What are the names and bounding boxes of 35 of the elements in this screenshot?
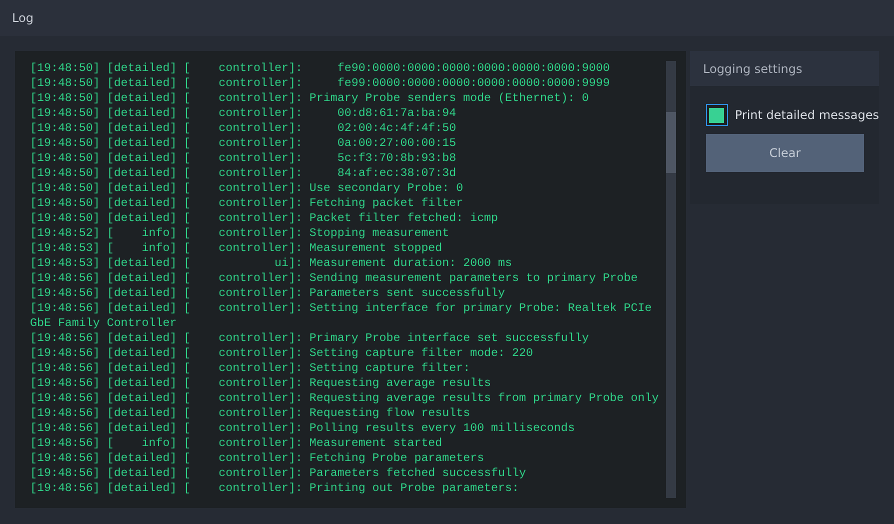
log-line: [19:48:56] [detailed] [ controller]: Requesting average results from primary Probe only bbox=[30, 391, 660, 406]
log-line: [19:48:50] [detailed] [ controller]: 0a:00:27:00:00:15 bbox=[30, 136, 458, 151]
log-line: [19:48:56] [detailed] [ controller]: Requesting average results bbox=[30, 376, 492, 391]
log-line: [19:48:56] [detailed] [ controller]: Parameters fetched successfully bbox=[30, 466, 527, 481]
log-line: [19:48:50] [detailed] [ controller]: fe90:0000:0000:0000:0000:0000:0000:9000 bbox=[30, 61, 611, 76]
log-line: [19:48:50] [detailed] [ controller]: Packet filter fetched: icmp bbox=[30, 211, 500, 226]
log-line: [19:48:53] [ info] [ controller]: Measurement stopped bbox=[30, 241, 444, 256]
log-line: [19:48:50] [detailed] [ controller]: Primary Probe senders mode (Ethernet): 0 bbox=[30, 91, 590, 106]
scrollbar[interactable] bbox=[666, 61, 676, 498]
checkbox-label[interactable]: Print detailed messages bbox=[734, 108, 879, 122]
checkbox[interactable] bbox=[706, 104, 728, 126]
log-line: [19:48:56] [detailed] [ controller]: Requesting flow results bbox=[30, 406, 472, 421]
log-line: [19:48:56] [detailed] [ controller]: Setting capture filter: bbox=[30, 361, 472, 376]
log-line: [19:48:56] [ info] [ controller]: Measurement started bbox=[30, 436, 444, 451]
log-line: [19:48:50] [detailed] [ controller]: 02:00:4c:4f:4f:50 bbox=[30, 121, 458, 136]
window-title: Log bbox=[12, 11, 34, 25]
log-line: [19:48:56] [detailed] [ controller]: Fetching Probe parameters bbox=[30, 451, 486, 466]
log-line: [19:48:56] [detailed] [ controller]: Printing out Probe parameters: bbox=[30, 481, 520, 496]
log-line: [19:48:50] [detailed] [ controller]: 00:d8:61:7a:ba:94 bbox=[30, 106, 458, 121]
log-line: [19:48:56] [detailed] [ controller]: Sending measurement parameters to primary Probe bbox=[30, 271, 639, 286]
log-line: [19:48:52] [ info] [ controller]: Stopping measurement bbox=[30, 226, 450, 241]
log-line: [19:48:56] [detailed] [ controller]: Primary Probe interface set successfully bbox=[30, 331, 590, 346]
panel-title: Logging settings bbox=[703, 62, 802, 76]
log-line: [19:48:50] [detailed] [ controller]: 5c:f3:70:8b:93:b8 bbox=[30, 151, 458, 166]
scrollbar-thumb[interactable] bbox=[666, 112, 676, 173]
log-line: [19:48:53] [detailed] [ ui]: Measurement duration: 2000 ms bbox=[30, 256, 514, 271]
log-line: [19:48:56] [detailed] [ controller]: Parameters sent successfully bbox=[30, 286, 506, 301]
log-line: [19:48:56] [detailed] [ controller]: Setting capture filter mode: 220 bbox=[30, 346, 534, 361]
log-line: [19:48:56] [detailed] [ controller]: Polling results every 100 milliseconds bbox=[30, 421, 576, 436]
log-line: [19:48:50] [detailed] [ controller]: fe99:0000:0000:0000:0000:0000:0000:9999 bbox=[30, 76, 611, 91]
log-line: [19:48:56] [detailed] [ controller]: Setting interface for primary Probe: Realtek PCIe GbE Family Controller bbox=[30, 301, 653, 331]
log-line: [19:48:50] [detailed] [ controller]: Fetching packet filter bbox=[30, 196, 464, 211]
clear-button[interactable]: Clear bbox=[706, 134, 864, 172]
log-line: [19:48:50] [detailed] [ controller]: 84:af:ec:38:07:3d bbox=[30, 166, 458, 181]
log-line: [19:48:50] [detailed] [ controller]: Use secondary Probe: 0 bbox=[30, 181, 464, 196]
